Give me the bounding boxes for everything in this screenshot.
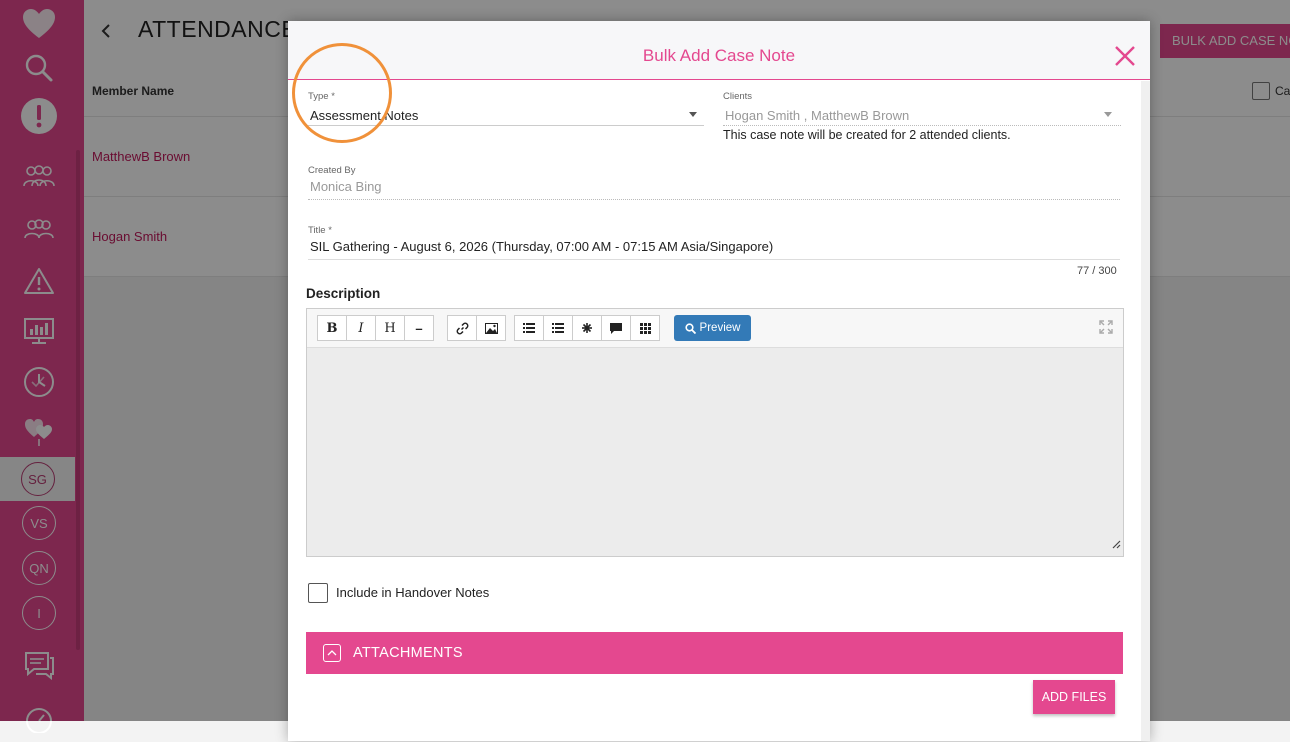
created-by-underline	[308, 199, 1120, 200]
created-by-value: Monica Bing	[310, 179, 382, 194]
title-label: Title *	[308, 225, 332, 236]
created-by-label: Created By	[308, 165, 356, 176]
preview-label: Preview	[699, 322, 741, 334]
modal-scrollbar[interactable]	[1141, 81, 1150, 741]
toolbar-group-format: B I H –	[317, 315, 434, 341]
quote-icon[interactable]	[601, 315, 631, 341]
attachments-label: ATTACHMENTS	[353, 645, 463, 661]
toolbar-group-insert	[447, 315, 506, 341]
handover-label: Include in Handover Notes	[336, 585, 490, 600]
add-files-button[interactable]: ADD FILES	[1033, 680, 1115, 714]
modal-header: Bulk Add Case Note	[288, 21, 1150, 80]
handover-checkbox[interactable]	[308, 583, 328, 603]
clients-underline	[723, 125, 1121, 126]
bullet-list-icon[interactable]	[514, 315, 544, 341]
title-underline	[308, 259, 1120, 260]
modal-title: Bulk Add Case Note	[642, 46, 796, 65]
preview-button[interactable]: Preview	[674, 315, 751, 341]
type-value: Assessment Notes	[310, 108, 419, 123]
type-label: Type *	[308, 91, 335, 102]
resize-handle-icon[interactable]	[1112, 536, 1121, 554]
numbered-list-icon[interactable]	[543, 315, 573, 341]
type-underline	[308, 125, 704, 126]
code-icon[interactable]	[572, 315, 602, 341]
editor-toolbar: B I H – Preview	[307, 309, 1123, 348]
link-icon[interactable]	[447, 315, 477, 341]
horizontal-rule-button[interactable]: –	[404, 315, 434, 341]
image-icon[interactable]	[476, 315, 506, 341]
title-value: SIL Gathering - August 6, 2026 (Thursday…	[310, 239, 774, 254]
clients-label: Clients	[723, 91, 753, 102]
description-editor[interactable]: B I H – Preview	[306, 308, 1124, 557]
close-icon[interactable]	[1114, 45, 1136, 67]
fullscreen-icon[interactable]	[1099, 320, 1113, 339]
search-icon	[684, 322, 696, 334]
chevron-up-icon[interactable]	[323, 644, 341, 662]
table-icon[interactable]	[630, 315, 660, 341]
toolbar-group-blocks	[514, 315, 660, 341]
italic-button[interactable]: I	[346, 315, 376, 341]
clients-hint: This case note will be created for 2 att…	[723, 128, 1011, 142]
chevron-down-icon	[1104, 112, 1112, 117]
clients-value: Hogan Smith , MatthewB Brown	[725, 108, 910, 123]
description-label: Description	[306, 286, 381, 301]
bulk-add-case-note-modal: Bulk Add Case Note Type * Assessment Not…	[288, 21, 1150, 741]
chevron-down-icon	[689, 112, 697, 117]
bold-button[interactable]: B	[317, 315, 347, 341]
heading-button[interactable]: H	[375, 315, 405, 341]
attachments-panel-header[interactable]: ATTACHMENTS	[306, 632, 1123, 674]
title-char-counter: 77 / 300	[1077, 265, 1117, 277]
